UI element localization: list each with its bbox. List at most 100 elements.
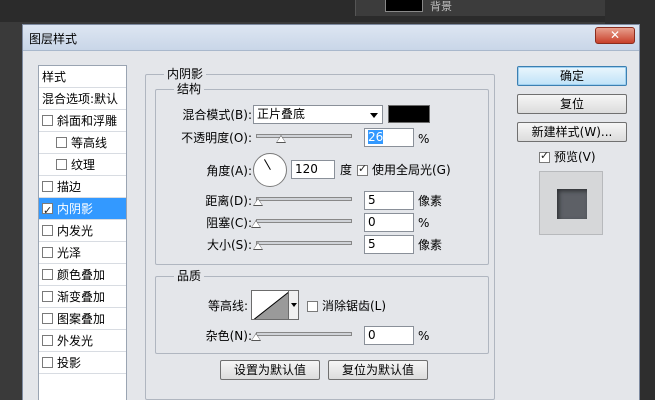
structure-title: 结构 <box>174 82 205 96</box>
dialog-title: 图层样式 <box>29 32 78 46</box>
inner-shadow-title: 内阴影 <box>164 67 207 81</box>
style-item[interactable]: 渐变叠加 <box>39 286 126 308</box>
style-item[interactable]: 纹理 <box>39 154 126 176</box>
opacity-value: 26 <box>368 130 384 144</box>
size-unit: 像素 <box>418 238 443 252</box>
style-checkbox[interactable] <box>42 225 53 236</box>
reset-button[interactable]: 复位 <box>517 94 627 114</box>
noise-input[interactable]: 0 <box>364 326 414 345</box>
angle-unit: 度 <box>340 163 353 177</box>
choke-label: 阻塞(C): <box>206 216 252 230</box>
layer-style-dialog: 图层样式 ✕ 样式 混合选项:默认 斜面和浮雕等高线纹理描边内阴影内发光光泽颜色… <box>22 24 640 400</box>
chevron-down-icon <box>370 113 378 118</box>
anti-alias-label[interactable]: 消除锯齿(L) <box>322 298 386 314</box>
choke-slider[interactable] <box>256 219 352 223</box>
preview-label[interactable]: 预览(V) <box>554 149 596 165</box>
styles-list: 样式 混合选项:默认 斜面和浮雕等高线纹理描边内阴影内发光光泽颜色叠加渐变叠加图… <box>38 65 127 400</box>
contour-picker[interactable] <box>251 290 289 320</box>
contour-dropdown-arrow[interactable] <box>289 290 299 320</box>
shadow-color-swatch[interactable] <box>388 105 430 123</box>
opacity-slider-thumb[interactable] <box>275 135 286 143</box>
style-item-label: 等高线 <box>71 136 108 150</box>
opacity-label: 不透明度(O): <box>181 131 252 145</box>
choke-slider-thumb[interactable] <box>251 220 261 228</box>
distance-input[interactable]: 5 <box>364 191 414 210</box>
style-checkbox[interactable] <box>42 181 53 192</box>
style-checkbox[interactable] <box>42 115 53 126</box>
style-checkbox[interactable] <box>42 291 53 302</box>
noise-unit: % <box>418 329 430 343</box>
style-item-label: 投影 <box>57 356 82 370</box>
contour-curve-icon <box>253 291 288 319</box>
styles-header[interactable]: 样式 <box>39 66 126 88</box>
reset-default-button[interactable]: 复位为默认值 <box>328 360 428 380</box>
style-checkbox[interactable] <box>42 200 53 219</box>
distance-slider[interactable] <box>256 197 352 201</box>
preview-swatch <box>557 189 587 219</box>
blend-options-item[interactable]: 混合选项:默认 <box>39 88 126 110</box>
noise-slider[interactable] <box>256 332 352 336</box>
style-item[interactable]: 外发光 <box>39 330 126 352</box>
blend-mode-value: 正片叠底 <box>257 107 306 121</box>
set-default-button[interactable]: 设置为默认值 <box>220 360 320 380</box>
style-checkbox[interactable] <box>42 247 53 258</box>
angle-label: 角度(A): <box>206 164 252 178</box>
anti-alias-checkbox[interactable] <box>307 301 318 312</box>
preview-checkbox[interactable] <box>539 149 550 163</box>
dialog-titlebar[interactable]: 图层样式 ✕ <box>23 25 639 51</box>
style-preview <box>539 171 603 235</box>
style-checkbox[interactable] <box>42 335 53 346</box>
size-input[interactable]: 5 <box>364 235 414 254</box>
blend-mode-label: 混合模式(B): <box>182 108 252 122</box>
close-button[interactable]: ✕ <box>595 27 635 44</box>
style-item-label: 颜色叠加 <box>57 268 106 282</box>
style-checkbox[interactable] <box>42 313 53 324</box>
angle-dial-indicator <box>264 159 271 170</box>
ok-button[interactable]: 确定 <box>517 66 627 86</box>
new-style-button[interactable]: 新建样式(W)... <box>517 122 627 142</box>
style-item[interactable]: 内发光 <box>39 220 126 242</box>
style-item[interactable]: 内阴影 <box>39 198 126 220</box>
contour-label: 等高线: <box>207 299 248 313</box>
style-item-label: 纹理 <box>71 158 96 172</box>
layer-name[interactable]: 背景 <box>430 0 452 14</box>
noise-label: 杂色(N): <box>205 329 252 343</box>
style-item[interactable]: 投影 <box>39 352 126 374</box>
style-item-label: 描边 <box>57 180 82 194</box>
blend-mode-select[interactable]: 正片叠底 <box>253 105 383 124</box>
style-item-label: 内发光 <box>57 224 94 238</box>
choke-input[interactable]: 0 <box>364 213 414 232</box>
opacity-unit: % <box>418 132 430 146</box>
global-light-label[interactable]: 使用全局光(G) <box>372 162 451 178</box>
style-item[interactable]: 颜色叠加 <box>39 264 126 286</box>
global-light-checkbox[interactable] <box>357 162 368 176</box>
style-checkbox[interactable] <box>42 357 53 368</box>
size-label: 大小(S): <box>206 238 252 252</box>
opacity-input[interactable]: 26 <box>364 128 414 147</box>
style-checkbox[interactable] <box>56 159 67 170</box>
size-slider-thumb[interactable] <box>252 242 263 250</box>
style-checkbox[interactable] <box>42 269 53 280</box>
style-item-label: 渐变叠加 <box>57 290 106 304</box>
angle-dial[interactable] <box>253 153 287 187</box>
noise-slider-thumb[interactable] <box>251 333 261 341</box>
style-item-label: 斜面和浮雕 <box>57 114 118 128</box>
style-item[interactable]: 图案叠加 <box>39 308 126 330</box>
style-item[interactable]: 斜面和浮雕 <box>39 110 126 132</box>
distance-unit: 像素 <box>418 194 443 208</box>
style-item-label: 图案叠加 <box>57 312 106 326</box>
angle-input[interactable]: 120 <box>291 160 335 179</box>
size-slider[interactable] <box>256 241 352 245</box>
style-checkbox[interactable] <box>56 137 67 148</box>
distance-label: 距离(D): <box>205 194 252 208</box>
style-item[interactable]: 光泽 <box>39 242 126 264</box>
style-item-label: 外发光 <box>57 334 94 348</box>
style-item-label: 内阴影 <box>57 202 94 216</box>
style-item-label: 光泽 <box>57 246 82 260</box>
style-item[interactable]: 描边 <box>39 176 126 198</box>
layer-thumbnail[interactable] <box>385 0 423 12</box>
choke-unit: % <box>418 216 430 230</box>
style-item[interactable]: 等高线 <box>39 132 126 154</box>
distance-slider-thumb[interactable] <box>252 198 263 206</box>
opacity-slider[interactable] <box>256 134 352 138</box>
